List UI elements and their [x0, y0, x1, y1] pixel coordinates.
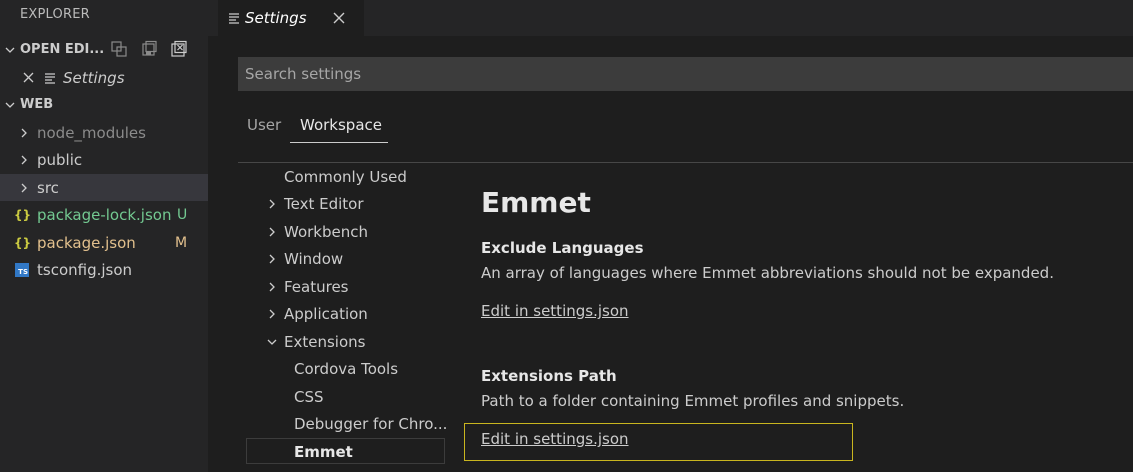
setting-title: Exclude Languages	[481, 239, 644, 257]
chevron-right-icon	[266, 198, 278, 210]
tab-label: Settings	[245, 9, 307, 27]
toc-label: Text Editor	[284, 195, 364, 213]
chevron-right-icon	[266, 226, 278, 238]
open-editors-label: OPEN EDI...	[20, 42, 105, 57]
json-file-icon: {}	[14, 235, 32, 250]
tree-item-label: src	[37, 178, 59, 197]
chevron-right-icon	[266, 281, 278, 293]
edit-in-settings-json-link[interactable]: Edit in settings.json	[481, 430, 629, 448]
tree-item-public[interactable]: public	[0, 146, 208, 173]
git-status-badge: M	[175, 234, 188, 251]
toc-item-cordova-tools[interactable]: Cordova Tools	[294, 357, 398, 381]
toc-item-features[interactable]: Features	[266, 275, 349, 299]
tab-workspace[interactable]: Workspace	[300, 116, 382, 134]
open-editor-item-settings[interactable]: Settings	[0, 64, 208, 91]
close-icon[interactable]	[21, 72, 35, 83]
workspace-label: WEB	[20, 97, 54, 112]
tree-item-package-lock-json[interactable]: {} package-lock.json U	[0, 201, 208, 228]
search-settings-input[interactable]: Search settings	[238, 57, 1133, 91]
git-status-badge: U	[177, 206, 188, 223]
typescript-file-icon: TS	[15, 262, 29, 277]
save-all-icon[interactable]	[140, 40, 158, 58]
close-icon[interactable]	[333, 12, 345, 24]
explorer-title: EXPLORER	[20, 7, 90, 22]
chevron-down-icon	[266, 336, 278, 348]
tree-item-tsconfig-json[interactable]: TS tsconfig.json	[0, 256, 208, 283]
setting-description: Path to a folder containing Emmet profil…	[481, 392, 905, 410]
chevron-right-icon	[266, 308, 278, 320]
open-editor-label: Settings	[63, 68, 125, 87]
toc-item-text-editor[interactable]: Text Editor	[266, 192, 364, 216]
tab-settings[interactable]: Settings	[218, 0, 364, 36]
toc-item-application[interactable]: Application	[266, 302, 368, 326]
toc-label: Features	[284, 278, 349, 296]
new-untitled-file-icon[interactable]	[110, 40, 128, 58]
setting-description: An array of languages where Emmet abbrev…	[481, 264, 1054, 282]
chevron-down-icon	[3, 44, 17, 56]
edit-in-settings-json-link[interactable]: Edit in settings.json	[481, 302, 629, 320]
settings-file-icon	[44, 72, 56, 84]
tree-item-label: node_modules	[37, 123, 146, 142]
settings-editor: Settings Search settings User Workspace …	[208, 0, 1133, 472]
workspace-section[interactable]: WEB	[0, 91, 208, 118]
toc-label: Window	[284, 250, 344, 268]
toc-item-extensions[interactable]: Extensions	[266, 330, 365, 354]
json-file-icon: {}	[14, 207, 32, 222]
toc-item-emmet[interactable]: Emmet	[294, 440, 353, 464]
active-tab-indicator	[290, 142, 388, 143]
toc-item-css[interactable]: CSS	[294, 385, 324, 409]
chevron-right-icon	[17, 154, 31, 166]
settings-file-icon	[228, 12, 240, 24]
tree-item-label: package.json	[37, 233, 136, 252]
toc-label: Application	[284, 305, 368, 323]
tree-item-label: tsconfig.json	[37, 260, 133, 279]
toc-item-debugger-for-chrome[interactable]: Debugger for Chro...	[294, 412, 447, 436]
tree-item-src[interactable]: src	[0, 174, 208, 201]
close-all-editors-icon[interactable]	[170, 40, 188, 58]
tree-item-label: public	[37, 150, 83, 169]
chevron-right-icon	[266, 253, 278, 265]
setting-title: Extensions Path	[481, 367, 617, 385]
toc-item-commonly-used[interactable]: Commonly Used	[284, 165, 407, 189]
tab-user[interactable]: User	[247, 116, 281, 134]
toc-item-workbench[interactable]: Workbench	[266, 220, 368, 244]
toc-item-window[interactable]: Window	[266, 247, 343, 271]
header-divider	[238, 162, 1133, 163]
search-placeholder: Search settings	[245, 65, 362, 83]
chevron-down-icon	[3, 99, 17, 111]
tree-item-label: package-lock.json	[37, 205, 172, 224]
chevron-right-icon	[17, 182, 31, 194]
open-editors-actions	[110, 40, 188, 58]
tree-item-node-modules[interactable]: node_modules	[0, 119, 208, 146]
chevron-right-icon	[17, 127, 31, 139]
section-heading: Emmet	[481, 186, 591, 219]
tab-bar: Settings	[208, 0, 1133, 36]
toc-label: Workbench	[284, 223, 368, 241]
toc-label: Extensions	[284, 333, 366, 351]
explorer-sidebar: EXPLORER OPEN EDI... Settings WEB node_m…	[0, 0, 208, 472]
tree-item-package-json[interactable]: {} package.json M	[0, 229, 208, 256]
